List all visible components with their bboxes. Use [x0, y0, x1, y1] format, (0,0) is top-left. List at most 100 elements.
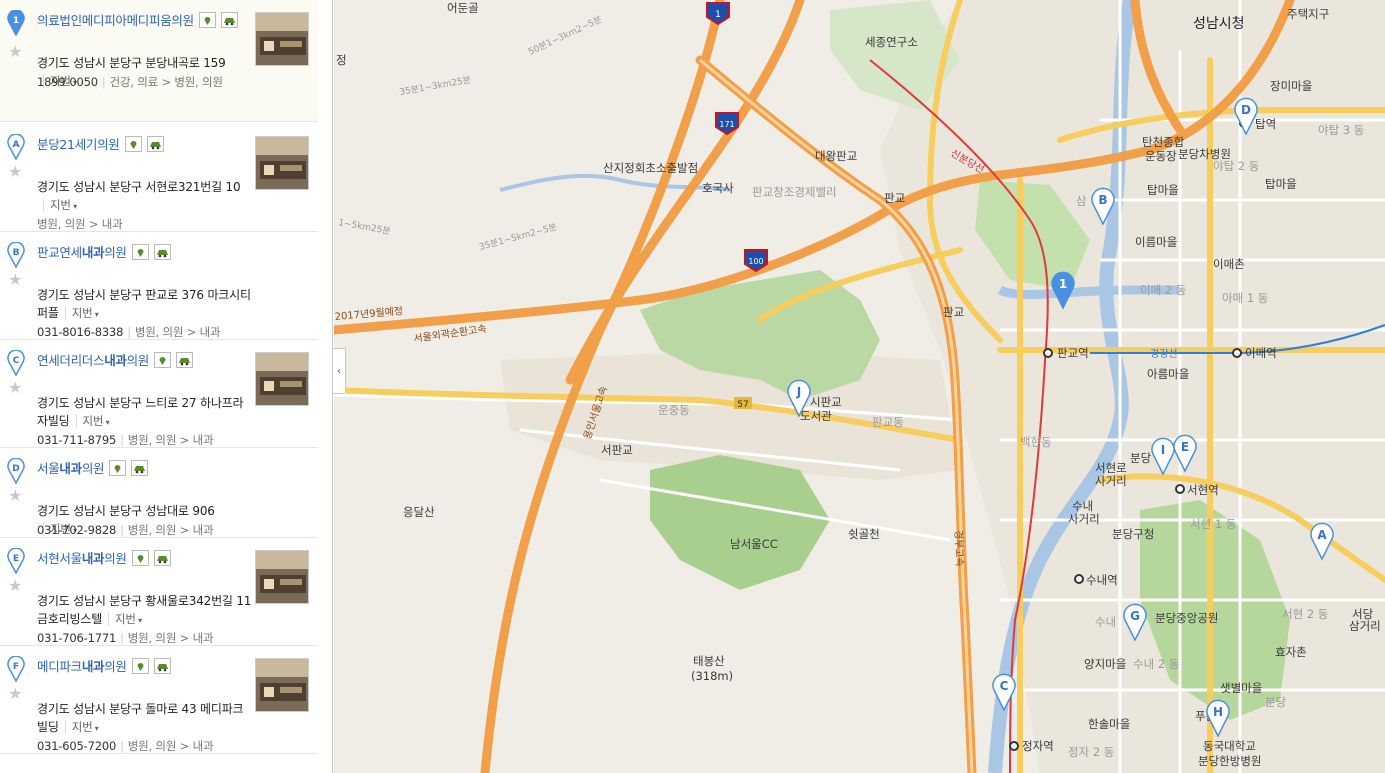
result-item[interactable]: B ★ 판교연세내과의원경기도 성남시 분당구 판교로 376 마크시티 퍼플지번0… [0, 232, 318, 340]
label-taebong-height: (318m) [691, 669, 733, 683]
result-title-row: 의료법인메디피아메디피움의원 [37, 10, 238, 29]
phone-number: 031-702-9828 [37, 523, 117, 537]
label-yatap2: 야탑 2 동 [1213, 159, 1259, 173]
svg-text:I: I [1161, 443, 1165, 457]
jibeon-toggle[interactable]: 지번 [64, 306, 99, 320]
phone-number: 031-711-8795 [37, 433, 117, 447]
label-yangji: 양지마을 [1084, 657, 1126, 671]
result-thumbnail[interactable] [255, 658, 309, 712]
jibeon-toggle[interactable]: 지번 [64, 720, 99, 734]
map-pin-icon[interactable] [131, 243, 149, 260]
result-name[interactable]: 메디파크내과의원 [37, 656, 127, 675]
result-title-row: 서울내과의원 [37, 458, 149, 477]
result-name[interactable]: 분당21세기의원 [37, 134, 120, 153]
label-seohyeon2: 서현 2 동 [1282, 607, 1328, 621]
svg-text:C: C [13, 356, 20, 366]
result-marker-icon[interactable]: D [7, 457, 25, 485]
svg-text:171: 171 [719, 120, 734, 129]
result-marker-icon[interactable]: 1 [7, 9, 25, 37]
result-meta: 031-706-1771 | 병원, 의원 > 내과 [37, 631, 214, 645]
svg-text:1: 1 [715, 10, 721, 20]
label-eungdal: 응달산 [403, 505, 435, 519]
label-gyeongbu: 경부고속 [952, 530, 966, 567]
label-suwae: 수내 [1072, 499, 1093, 513]
map-pin-icon[interactable] [131, 657, 149, 674]
collapse-sidebar-button[interactable]: ‹ [333, 348, 346, 394]
result-name[interactable]: 의료법인메디피아메디피움의원 [37, 10, 194, 29]
map-pin-icon[interactable] [154, 351, 172, 368]
label-undong: 운중동 [658, 403, 690, 417]
label-sageori-2: 사거리 [1068, 512, 1100, 526]
result-item-partial[interactable] [0, 754, 318, 773]
jibeon-toggle[interactable]: 지번 [75, 414, 110, 428]
result-meta: 031-8016-8338 | 병원, 의원 > 내과 [37, 325, 221, 339]
favorite-star-icon[interactable]: ★ [8, 380, 22, 396]
category: 병원, 의원 [127, 631, 177, 645]
result-thumbnail[interactable] [255, 550, 309, 604]
result-marker-icon[interactable]: B [7, 241, 25, 269]
label-daewang: 대왕판교 [815, 149, 857, 163]
result-title-row: 분당21세기의원 [37, 134, 164, 153]
label-ireum-2: 아름마을 [1147, 367, 1189, 381]
directions-car-icon[interactable] [131, 459, 149, 476]
result-item[interactable]: A ★ 분당21세기의원경기도 성남시 분당구 서현로321번길 10지번병원, 의… [0, 124, 318, 232]
result-name[interactable]: 서울내과의원 [37, 458, 105, 477]
directions-car-icon[interactable] [220, 11, 238, 28]
favorite-star-icon[interactable]: ★ [8, 164, 22, 180]
category: 병원, 의원 [127, 739, 177, 753]
map-view[interactable]: 1 171 100 57 성남시청 주택지구 세종연구소 장미마을 탑역 야탑 … [334, 0, 1385, 773]
result-meta: 병원, 의원 > 내과 [37, 217, 123, 231]
map-canvas[interactable]: 1 171 100 57 성남시청 주택지구 세종연구소 장미마을 탑역 야탑 … [334, 0, 1385, 773]
result-address: 경기도 성남시 분당구 서현로321번길 10지번 [37, 178, 252, 216]
result-item[interactable]: D★서울내과의원경기도 성남시 분당구 성남대로 906지번031-702-98… [0, 448, 318, 538]
label-seohyeon-station: 서현역 [1187, 483, 1219, 497]
result-name[interactable]: 판교연세내과의원 [37, 242, 127, 261]
map-pin-icon[interactable] [124, 135, 142, 152]
route-badge-57: 57 [734, 397, 752, 410]
result-marker-icon[interactable]: F [7, 655, 25, 683]
result-meta: 031-711-8795 | 병원, 의원 > 내과 [37, 433, 214, 447]
directions-car-icon[interactable] [153, 657, 171, 674]
favorite-star-icon[interactable]: ★ [8, 578, 22, 594]
directions-car-icon[interactable] [153, 243, 171, 260]
result-marker-icon[interactable]: A [7, 133, 25, 161]
result-item[interactable]: 1★의료법인메디피아메디피움의원경기도 성남시 분당구 분당내곡로 159지번1… [0, 0, 318, 122]
result-marker-icon[interactable]: C [7, 349, 25, 377]
directions-car-icon[interactable] [176, 351, 194, 368]
favorite-star-icon[interactable]: ★ [8, 272, 22, 288]
favorite-star-icon[interactable]: ★ [8, 686, 22, 702]
svg-text:57: 57 [737, 400, 748, 410]
label-dongguk: 동국대학교 [1203, 739, 1256, 753]
subcategory: 내과 [199, 325, 221, 339]
directions-car-icon[interactable] [146, 135, 164, 152]
map-pin-icon[interactable] [198, 11, 216, 28]
jibeon-toggle[interactable]: 지번 [43, 198, 77, 212]
result-item[interactable]: C ★ 연세더리더스내과의원 경기도 성남시 분당구 느티로 27 하나프라자빌딩 지번… [0, 340, 318, 448]
favorite-star-icon[interactable]: ★ [8, 488, 22, 504]
result-item[interactable]: F ★ 메디파크내과의원경기도 성남시 분당구 돌마로 43 메디파크빌딩지번031… [0, 646, 318, 754]
category: 병원, 의원 [37, 217, 86, 231]
result-thumbnail[interactable] [255, 136, 309, 190]
directions-car-icon[interactable] [153, 549, 171, 566]
favorite-star-icon[interactable]: ★ [8, 44, 22, 60]
map-pin-icon[interactable] [131, 549, 149, 566]
category: 병원, 의원 [127, 433, 177, 447]
label-pangyo-jc: 판교 [884, 191, 905, 205]
result-thumbnail[interactable] [255, 352, 309, 406]
label-hogosa: 호국사 [702, 181, 734, 195]
map-pin-icon[interactable] [109, 459, 127, 476]
svg-text:1: 1 [1059, 277, 1067, 291]
result-item[interactable]: E ★ 서현서울내과의원 경기도 성남시 분당구 황새울로342번길 11 금호리빙스… [0, 538, 318, 646]
label-jeongja2: 정자 2 동 [1068, 745, 1114, 759]
label-namseoul-cc: 남서울CC [730, 537, 778, 551]
result-thumbnail[interactable] [255, 12, 309, 66]
result-name[interactable]: 서현서울내과의원 [37, 548, 127, 567]
result-marker-icon[interactable]: E [7, 547, 25, 575]
label-swigol: 쉿골천 [848, 527, 880, 541]
chevron-left-icon: ‹ [337, 365, 341, 377]
jibeon-toggle[interactable]: 지번 [108, 612, 142, 626]
label-sejong: 세종연구소 [865, 35, 918, 49]
svg-text:B: B [1098, 193, 1107, 207]
result-name[interactable]: 연세더리더스내과의원 [37, 350, 149, 369]
subcategory: 병원, 의원 [174, 75, 223, 89]
